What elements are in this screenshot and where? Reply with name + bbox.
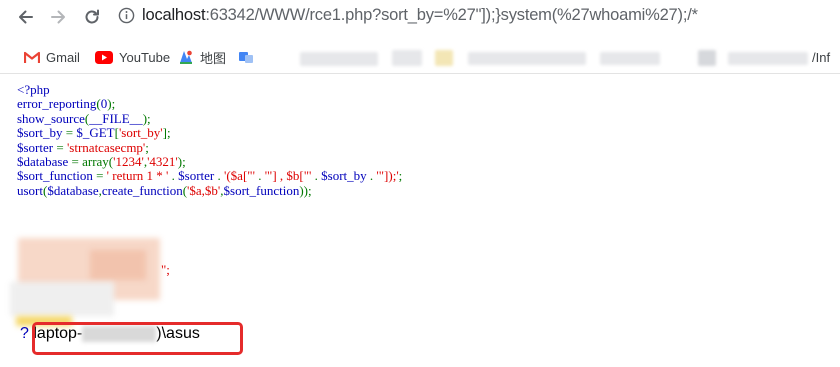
code-token: usort: [17, 182, 43, 198]
code-token: <?php: [17, 82, 50, 97]
code-token: );: [142, 110, 151, 126]
code-token: ;: [145, 139, 149, 155]
code-token: );: [177, 153, 186, 169]
bookmark-gmail[interactable]: Gmail: [24, 46, 80, 68]
map-icon: [180, 50, 192, 64]
code-token: 'strnatcasecmp': [66, 139, 146, 155]
redacted-output: [90, 250, 146, 280]
redacted-output: [10, 282, 114, 316]
code-token: ;: [398, 168, 403, 184]
youtube-icon: [95, 50, 113, 64]
code-line: $sort_function = ' return 1 * ' . $sorte…: [17, 169, 402, 183]
redacted-bookmark: [728, 52, 808, 65]
code-token: '4321': [147, 153, 178, 169]
browser-toolbar: localhost:63342/WWW/rce1.php?sort_by=%27…: [0, 0, 840, 40]
code-token: $sort_by: [321, 168, 370, 184]
redacted-bookmark: [468, 52, 586, 65]
code-line: $sorter = 'strnatcasecmp';: [17, 139, 402, 155]
code-token: =: [56, 139, 67, 155]
code-token: $_GET: [76, 125, 115, 141]
code-token: error_reporting: [17, 96, 97, 112]
code-token: ));: [299, 182, 312, 198]
bookmark-label: Gmail: [46, 49, 80, 65]
bookmarks-bar: Gmail YouTube 地图 /Inf: [0, 40, 840, 74]
code-line: error_reporting(0);: [17, 97, 402, 111]
code-token: $sort_function: [17, 168, 97, 184]
code-token: $sorter: [178, 168, 218, 184]
forward-button[interactable]: [45, 4, 71, 30]
url-path: :63342/WWW/rce1.php?sort_by=%27"]);}syst…: [205, 6, 698, 24]
bookmark-overflow[interactable]: /Inf: [812, 46, 830, 68]
code-token: __FILE__: [89, 110, 143, 126]
gmail-icon: [24, 51, 40, 63]
code-token: 'sort_by': [118, 125, 163, 141]
reload-button[interactable]: [79, 4, 105, 30]
php-source-code: <?php error_reporting(0); show_source(__FI…: [17, 82, 402, 198]
code-line: $database = array('1234','4321');: [17, 153, 402, 169]
code-token: =: [96, 168, 107, 184]
code-token: '"] , $b["': [264, 168, 315, 184]
trailing-quote: ";: [161, 262, 170, 277]
forward-arrow-icon: [51, 10, 65, 24]
bookmark-app-icon: [239, 52, 253, 63]
bookmark-youtube[interactable]: YouTube: [95, 46, 170, 68]
code-token: ' return 1 * ': [106, 168, 172, 184]
code-token: '1234': [113, 153, 144, 169]
code-token: $database: [47, 182, 99, 198]
code-token: show_source: [17, 110, 85, 126]
code-token: $database: [17, 153, 72, 169]
redacted-bookmark: [698, 50, 716, 66]
code-token: $sorter: [17, 139, 57, 155]
reload-icon: [85, 9, 99, 24]
back-button[interactable]: [13, 4, 39, 30]
code-line: <?php: [17, 82, 402, 97]
code-line: $sort_by = $_GET['sort_by'];: [17, 125, 402, 141]
code-token: '"]);': [376, 168, 399, 184]
bookmark-label: YouTube: [119, 49, 171, 65]
redacted-bookmark: [392, 50, 422, 66]
code-token: '($a["': [224, 168, 259, 184]
output-prefix: ?: [20, 325, 29, 342]
code-line: show_source(__FILE__);: [17, 110, 402, 126]
code-line: usort($database,create_function('$a,$b',…: [17, 182, 402, 198]
redacted-bookmark: [600, 52, 660, 65]
bookmark-map[interactable]: 地图: [178, 46, 226, 68]
code-token: = array(: [71, 153, 114, 169]
bookmark-label: /Inf: [812, 49, 831, 65]
code-token: ];: [162, 125, 171, 141]
code-token: $sort_by: [17, 125, 66, 141]
redacted-bookmark: [435, 50, 453, 66]
bookmark-label: 地图: [200, 50, 227, 66]
code-token: $sort_function: [223, 182, 300, 198]
code-token: create_function: [101, 182, 183, 198]
bookmark-blurred[interactable]: [238, 46, 260, 68]
site-info-icon[interactable]: [118, 7, 135, 24]
back-arrow-icon: [19, 10, 33, 24]
address-bar[interactable]: localhost:63342/WWW/rce1.php?sort_by=%27…: [142, 6, 698, 25]
code-token: '$a,$b': [187, 182, 221, 198]
code-token: );: [107, 96, 116, 112]
code-token: =: [65, 125, 77, 141]
highlight-box: [32, 322, 243, 355]
redacted-bookmark: [300, 52, 378, 66]
url-host: localhost: [142, 6, 206, 24]
